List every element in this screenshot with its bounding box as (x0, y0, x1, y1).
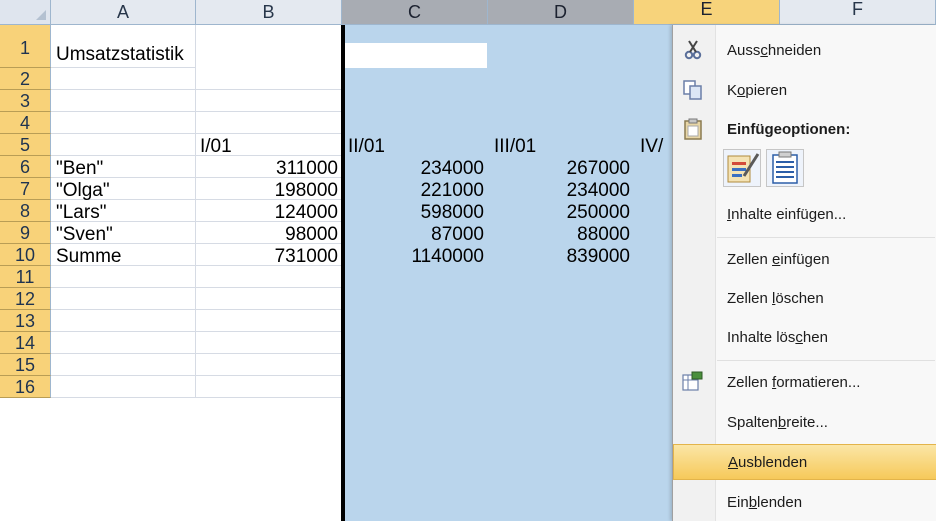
cell-b8-text: 98000 (285, 224, 338, 245)
paste-values-button[interactable] (766, 149, 804, 187)
menu-item-hide[interactable]: Ausblenden (673, 444, 936, 480)
row-header-5[interactable]: 5 (0, 134, 51, 156)
cell-b9-text: 731000 (274, 246, 338, 267)
row-header-3[interactable]: 3 (0, 90, 51, 112)
selection-border (341, 25, 345, 521)
cell-a11[interactable] (51, 266, 196, 288)
cell-a8-text: "Sven" (56, 224, 113, 245)
menu-header-paste-options: Einfügeoptionen: (673, 113, 936, 145)
menu-item-column-width[interactable]: Spaltenbreite... (673, 405, 936, 439)
cell-b1[interactable] (196, 25, 342, 68)
row-header-15[interactable]: 15 (0, 354, 51, 376)
selected-columns-range[interactable] (342, 25, 672, 521)
row-header-12[interactable]: 12 (0, 288, 51, 310)
cell-b16[interactable] (196, 376, 342, 398)
active-cell-c1[interactable] (345, 43, 487, 68)
row-header-14[interactable]: 14 (0, 332, 51, 354)
clipboard-icon (684, 118, 702, 140)
spreadsheet: A B C D E F 1 2 3 4 5 6 7 8 9 10 11 12 1… (0, 0, 936, 521)
menu-item-clear-contents[interactable]: Inhalte löschen (673, 320, 936, 354)
cell-a9-text: Summe (56, 246, 122, 267)
cell-c9-text: 1140000 (411, 246, 484, 267)
cell-d9-text: 839000 (566, 246, 630, 267)
cell-b14[interactable] (196, 332, 342, 354)
copy-icon (683, 80, 702, 100)
select-all-button[interactable] (0, 0, 51, 25)
cell-d4-text: III/01 (494, 136, 537, 157)
column-header-f[interactable]: F (780, 0, 936, 25)
menu-item-delete-cells[interactable]: Zellen löschen (673, 281, 936, 315)
menu-item-insert-cells[interactable]: Zellen einfügen (673, 242, 936, 276)
cell-a5[interactable] (51, 134, 196, 156)
row-header-2[interactable]: 2 (0, 68, 51, 90)
cell-b3[interactable] (196, 90, 342, 112)
cell-a13[interactable] (51, 310, 196, 332)
cell-a4[interactable] (51, 112, 196, 134)
row-header-4[interactable]: 4 (0, 112, 51, 134)
cell-a5-text: "Ben" (56, 158, 104, 179)
row-header-10[interactable]: 10 (0, 244, 51, 266)
cell-b2[interactable] (196, 68, 342, 90)
cell-b4-text: I/01 (200, 136, 232, 157)
paste-keep-formatting-button[interactable] (723, 149, 761, 187)
cell-c6-text: 221000 (420, 180, 484, 201)
cell-b11[interactable] (196, 266, 342, 288)
column-header-b[interactable]: B (196, 0, 342, 25)
column-header-e[interactable]: E (634, 0, 780, 25)
cell-c5-text: 234000 (420, 158, 484, 179)
column-header-d[interactable]: D (488, 0, 634, 25)
cell-b15[interactable] (196, 354, 342, 376)
menu-item-copy[interactable]: Kopieren (673, 73, 936, 107)
row-header-1[interactable]: 1 (0, 25, 51, 68)
menu-separator (717, 360, 935, 361)
row-header-9[interactable]: 9 (0, 222, 51, 244)
cell-d5-text: 267000 (566, 158, 630, 179)
cell-d8-text: 88000 (577, 224, 630, 245)
cell-c4-text: II/01 (348, 136, 385, 157)
cell-b6-text: 198000 (274, 180, 338, 201)
row-header-8[interactable]: 8 (0, 200, 51, 222)
cell-c8-text: 87000 (431, 224, 484, 245)
column-header-a[interactable]: A (51, 0, 196, 25)
paste-table-icon (772, 151, 798, 184)
row-header-6[interactable]: 6 (0, 156, 51, 178)
cell-b5-text: 311000 (276, 158, 338, 179)
cell-e4-text: IV/ (640, 137, 664, 156)
menu-separator (717, 237, 935, 238)
menu-item-unhide[interactable]: Einblenden (673, 485, 936, 519)
cell-a14[interactable] (51, 332, 196, 354)
row-header-13[interactable]: 13 (0, 310, 51, 332)
cell-a12[interactable] (51, 288, 196, 310)
cell-c7-text: 598000 (420, 202, 484, 223)
cell-a6-text: "Olga" (56, 180, 110, 201)
cell-b13[interactable] (196, 310, 342, 332)
cell-a2[interactable] (51, 68, 196, 90)
menu-item-format-cells[interactable]: Zellen formatieren... (673, 365, 936, 399)
format-cells-icon (682, 371, 703, 391)
cell-b7-text: 124000 (274, 202, 338, 223)
column-header-c[interactable]: C (342, 0, 488, 25)
paste-option-buttons (673, 145, 936, 195)
cell-a7-text: "Lars" (56, 202, 107, 223)
scissors-icon (684, 40, 702, 60)
cell-b4[interactable] (196, 112, 342, 134)
menu-item-cut[interactable]: Ausschneiden (673, 33, 936, 67)
row-header-7[interactable]: 7 (0, 178, 51, 200)
cell-d7-text: 250000 (566, 202, 630, 223)
cell-b12[interactable] (196, 288, 342, 310)
row-header-11[interactable]: 11 (0, 266, 51, 288)
paste-brush-icon (727, 153, 760, 183)
cell-a3[interactable] (51, 90, 196, 112)
cell-a1-text: Umsatzstatistik (56, 44, 184, 65)
cell-a16[interactable] (51, 376, 196, 398)
row-header-16[interactable]: 16 (0, 376, 51, 398)
cell-d6-text: 234000 (566, 180, 630, 201)
menu-item-paste-special[interactable]: Inhalte einfügen... (673, 197, 936, 231)
context-menu: Ausschneiden Kopieren Einfügeoptionen: I… (672, 25, 936, 521)
cell-a15[interactable] (51, 354, 196, 376)
